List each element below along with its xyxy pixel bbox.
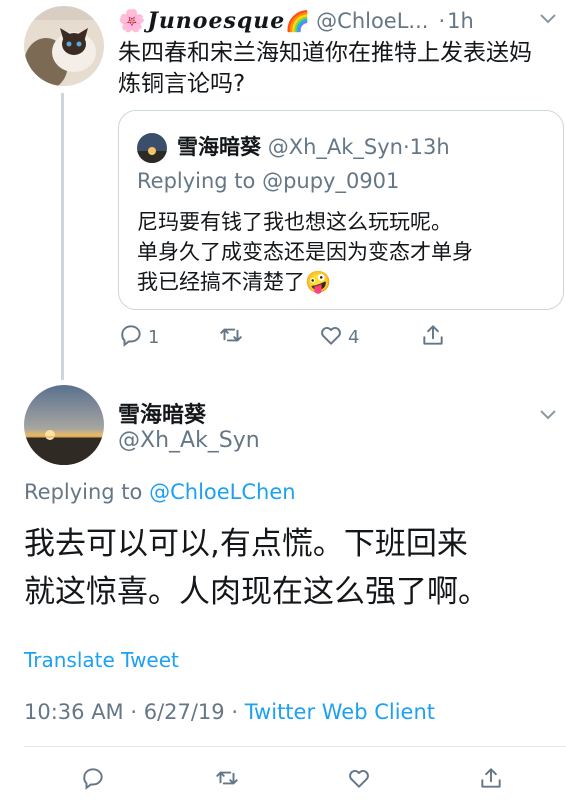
user-handle[interactable]: @Xh_Ak_Syn [118,428,260,453]
display-name[interactable]: Junoesque [147,8,285,34]
divider [24,746,566,747]
retweet-icon [214,765,240,796]
name-suffix-emoji: 🌈 [285,9,311,33]
thread-connector-line [61,93,64,380]
like-button[interactable] [346,765,372,796]
chevron-down-icon[interactable] [538,8,558,32]
tweet-text: 朱四春和宋兰海知道你在推特上发表送妈 炼铜言论吗? [118,38,558,100]
retweet-icon [218,322,244,353]
reply-count: 1 [148,327,160,348]
quoted-text: 尼玛要有钱了我也想这么玩玩呢。 单身久了成变态还是因为变态才单身 我已经搞不清楚… [137,207,473,297]
avatar[interactable] [24,385,104,465]
display-name[interactable]: 雪海暗葵 [118,397,206,429]
tweet-actions [24,765,544,795]
share-button[interactable] [420,322,446,353]
tweet-time[interactable]: 1h [447,9,474,33]
tweet-text: 我去可以可以,有点慌。下班回来 就这惊喜。人肉现在这么强了啊。 [24,520,554,616]
reply-icon [80,765,106,796]
replying-to-handle-link[interactable]: @ChloeLChen [149,480,295,504]
reply-button[interactable] [80,765,106,796]
share-icon [478,765,504,796]
quoted-avatar [137,133,167,163]
quoted-text-line: 尼玛要有钱了我也想这么玩玩呢。 [137,210,452,234]
quoted-text-line: 我已经搞不清楚了🤪 [137,270,332,294]
tweet-text-line: 我去可以可以,有点慌。下班回来 [24,526,468,562]
replying-to-label: Replying to [24,480,143,504]
share-button[interactable] [478,765,504,796]
quoted-tweet-card[interactable]: 雪海暗葵 @Xh_Ak_Syn·13h Replying to @pupy_09… [118,110,564,310]
retweet-button[interactable] [214,765,240,796]
heart-icon [346,765,372,796]
tweet-text-line: 朱四春和宋兰海知道你在推特上发表送妈 [118,40,532,66]
tweet-text-line: 炼铜言论吗? [118,71,246,97]
quoted-text-line: 单身久了成变态还是因为变态才单身 [137,240,473,264]
tweet-actions: 1 4 [118,322,558,356]
tweet-header: 🌸 Junoesque 🌈 @ChloeL... · 1h [118,6,558,36]
chevron-down-icon[interactable] [538,404,558,428]
quoted-name: 雪海暗葵 [177,135,261,159]
share-icon [420,322,446,353]
replying-to: Replying to @ChloeLChen [24,480,296,504]
separator-dot: · [438,9,446,33]
quoted-header: 雪海暗葵 @Xh_Ak_Syn·13h [177,131,450,161]
separator-dot: · [402,135,410,159]
quoted-handle: @Xh_Ak_Syn [267,135,403,159]
avatar[interactable] [24,6,104,86]
tweet-text-line: 就这惊喜。人肉现在这么强了啊。 [24,574,489,610]
quoted-time: 13h [409,135,450,159]
reply-button[interactable]: 1 [118,322,159,353]
user-handle[interactable]: @ChloeL... [316,9,428,33]
timestamp[interactable]: 10:36 AM · 6/27/19 · [24,700,238,724]
retweet-button[interactable] [218,322,244,353]
like-button[interactable]: 4 [318,322,359,353]
name-prefix-emoji: 🌸 [118,8,146,34]
translate-tweet-link[interactable]: Translate Tweet [24,648,179,672]
like-count: 4 [348,327,360,348]
quoted-replying-to: Replying to @pupy_0901 [137,169,400,193]
reply-icon [118,322,144,353]
tweet-metadata: 10:36 AM · 6/27/19 · Twitter Web Client [24,700,435,724]
heart-icon [318,322,344,353]
client-link[interactable]: Twitter Web Client [245,700,435,724]
